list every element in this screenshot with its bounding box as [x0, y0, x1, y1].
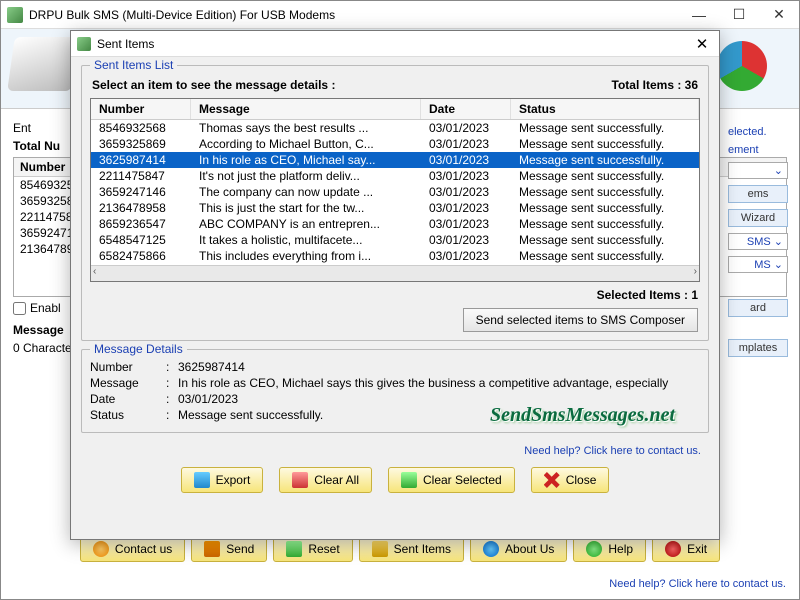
table-row[interactable]: 2136478958This is just the start for the…	[91, 200, 699, 216]
table-row[interactable]: 6548547125It takes a holistic, multiface…	[91, 232, 699, 248]
cell-date: 03/01/2023	[421, 136, 511, 152]
cell-status: Message sent successfully.	[511, 152, 699, 168]
table-header: Number Message Date Status	[91, 99, 699, 120]
cell-status: Message sent successfully.	[511, 168, 699, 184]
table-row[interactable]: 3659247146The company can now update ...…	[91, 184, 699, 200]
table-row[interactable]: 3625987414In his role as CEO, Michael sa…	[91, 152, 699, 168]
table-row[interactable]: 2211475847It's not just the platform del…	[91, 168, 699, 184]
cell-message: It takes a holistic, multifacete...	[191, 232, 421, 248]
col-date[interactable]: Date	[421, 99, 511, 119]
detail-number-label: Number	[90, 360, 166, 374]
cell-number: 6548547125	[91, 232, 191, 248]
cell-message: Thomas says the best results ...	[191, 120, 421, 136]
cell-status: Message sent successfully.	[511, 136, 699, 152]
cell-number: 6582475866	[91, 248, 191, 264]
detail-status-label: Status	[90, 408, 166, 422]
send-to-composer-button[interactable]: Send selected items to SMS Composer	[463, 308, 698, 332]
table-row[interactable]: 8659236547ABC COMPANY is an entrepren...…	[91, 216, 699, 232]
cell-status: Message sent successfully.	[511, 248, 699, 264]
cell-message: It's not just the platform deliv...	[191, 168, 421, 184]
dialog-close-button[interactable]: ✕	[685, 35, 719, 53]
selected-items-label: Selected Items : 1	[597, 288, 698, 302]
dialog-help-link[interactable]: Need help? Click here to contact us.	[81, 445, 701, 457]
cell-message: According to Michael Button, C...	[191, 136, 421, 152]
sent-items-dialog: Sent Items ✕ Sent Items List Select an i…	[70, 30, 720, 540]
detail-message-value: In his role as CEO, Michael says this gi…	[178, 376, 700, 390]
cell-message: This includes everything from i...	[191, 248, 421, 264]
clear-selected-button[interactable]: Clear Selected	[388, 467, 515, 493]
cell-date: 03/01/2023	[421, 152, 511, 168]
cell-status: Message sent successfully.	[511, 184, 699, 200]
cell-message: This is just the start for the tw...	[191, 200, 421, 216]
dialog-buttons: Export Clear All Clear Selected Close	[81, 463, 709, 501]
sent-items-table[interactable]: Number Message Date Status 8546932568Tho…	[90, 98, 700, 282]
detail-date-value: 03/01/2023	[178, 392, 700, 406]
col-status[interactable]: Status	[511, 99, 699, 119]
close-icon	[544, 472, 560, 488]
dialog-titlebar: Sent Items ✕	[71, 31, 719, 57]
details-legend: Message Details	[90, 342, 187, 356]
cell-date: 03/01/2023	[421, 232, 511, 248]
cell-status: Message sent successfully.	[511, 120, 699, 136]
sent-items-group: Sent Items List Select an item to see th…	[81, 65, 709, 341]
cell-number: 3659325869	[91, 136, 191, 152]
cell-date: 03/01/2023	[421, 200, 511, 216]
overlay: Sent Items ✕ Sent Items List Select an i…	[0, 0, 800, 600]
total-items-label: Total Items : 36	[612, 78, 698, 92]
col-number[interactable]: Number	[91, 99, 191, 119]
cell-date: 03/01/2023	[421, 248, 511, 264]
export-icon	[194, 472, 210, 488]
table-row[interactable]: 6582475866This includes everything from …	[91, 248, 699, 264]
cell-status: Message sent successfully.	[511, 216, 699, 232]
clear-all-icon	[292, 472, 308, 488]
sent-items-legend: Sent Items List	[90, 58, 177, 72]
clear-selected-icon	[401, 472, 417, 488]
cell-date: 03/01/2023	[421, 184, 511, 200]
message-details-group: Message Details Number:3625987414 Messag…	[81, 349, 709, 433]
cell-number: 3625987414	[91, 152, 191, 168]
cell-number: 8546932568	[91, 120, 191, 136]
cell-number: 3659247146	[91, 184, 191, 200]
table-row[interactable]: 3659325869According to Michael Button, C…	[91, 136, 699, 152]
horizontal-scrollbar[interactable]: ‹›	[91, 265, 699, 281]
col-message[interactable]: Message	[191, 99, 421, 119]
detail-date-label: Date	[90, 392, 166, 406]
cell-message: In his role as CEO, Michael say...	[191, 152, 421, 168]
cell-number: 2136478958	[91, 200, 191, 216]
cell-status: Message sent successfully.	[511, 200, 699, 216]
table-row[interactable]: 8546932568Thomas says the best results .…	[91, 120, 699, 136]
cell-date: 03/01/2023	[421, 120, 511, 136]
instruction-text: Select an item to see the message detail…	[92, 78, 335, 92]
clear-all-button[interactable]: Clear All	[279, 467, 372, 493]
close-button[interactable]: Close	[531, 467, 610, 493]
cell-date: 03/01/2023	[421, 168, 511, 184]
cell-number: 2211475847	[91, 168, 191, 184]
detail-message-label: Message	[90, 376, 166, 390]
cell-message: ABC COMPANY is an entrepren...	[191, 216, 421, 232]
dialog-icon	[77, 37, 91, 51]
dialog-body: Sent Items List Select an item to see th…	[71, 57, 719, 539]
dialog-title: Sent Items	[97, 37, 685, 51]
export-button[interactable]: Export	[181, 467, 264, 493]
detail-status-value: Message sent successfully.	[178, 408, 700, 422]
detail-number-value: 3625987414	[178, 360, 700, 374]
cell-message: The company can now update ...	[191, 184, 421, 200]
cell-number: 8659236547	[91, 216, 191, 232]
cell-status: Message sent successfully.	[511, 232, 699, 248]
cell-date: 03/01/2023	[421, 216, 511, 232]
